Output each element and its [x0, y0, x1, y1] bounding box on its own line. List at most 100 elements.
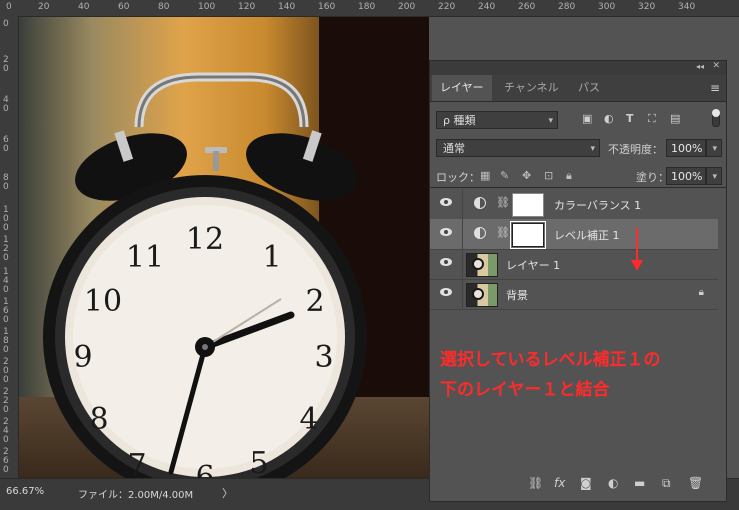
ruler-top-label: 200: [398, 2, 416, 12]
ruler-top-label: 320: [638, 2, 656, 12]
svg-text:2: 2: [305, 284, 324, 319]
layer-thumbnail[interactable]: [466, 253, 498, 277]
lock-all-icon[interactable]: 🔒︎: [566, 169, 572, 183]
link-chain-icon[interactable]: ⛓: [496, 226, 510, 239]
lock-position-icon[interactable]: ✥: [522, 169, 531, 182]
opacity-label: 不透明度：: [608, 143, 663, 156]
lock-transparent-icon[interactable]: ▦: [480, 169, 490, 182]
fill-dropdown[interactable]: ▾: [706, 167, 722, 185]
smart-object-filter-icon[interactable]: ▤: [670, 112, 680, 125]
adjustment-layer-icon: [474, 197, 486, 209]
document-size: ファイル：2.00M/4.00M: [78, 490, 194, 501]
layers-panel: ◂◂ ✕ レイヤー チャンネル パス ≡ ρ 種類 ▾ ▣ ◐ T ⛶ ▤ 通常…: [429, 60, 727, 502]
layer-mask-thumbnail[interactable]: [510, 221, 546, 249]
tab-paths[interactable]: パス: [570, 75, 608, 101]
filter-kind-select[interactable]: ρ 種類 ▾: [436, 111, 558, 129]
ruler-left-label: 260: [3, 447, 9, 475]
blend-mode-select[interactable]: 通常 ▾: [436, 139, 600, 157]
visibility-eye-icon[interactable]: [440, 258, 452, 266]
svg-text:5: 5: [249, 446, 268, 478]
ruler-top-label: 120: [238, 2, 256, 12]
panel-menu-icon[interactable]: ≡: [710, 81, 720, 95]
ruler-left-label: 200: [3, 357, 9, 385]
pixel-filter-icon[interactable]: ▣: [582, 112, 592, 125]
layer-name[interactable]: レイヤー 1: [506, 257, 560, 273]
document-canvas[interactable]: 12 1 2 3 4 5 6 7 8 9 10 11: [19, 17, 429, 478]
fx-icon[interactable]: fx: [554, 476, 565, 490]
annotation-line-2: 下のレイヤー１と結合: [440, 380, 610, 400]
layer-row-background[interactable]: 背景 🔒︎: [430, 279, 718, 310]
annotation-text: 選択しているレベル補正１の 下のレイヤー１と結合: [440, 345, 720, 405]
ruler-top-label: 140: [278, 2, 296, 12]
svg-text:4: 4: [299, 402, 318, 437]
ruler-top-label: 80: [158, 2, 170, 12]
shape-filter-icon[interactable]: ⛶: [648, 112, 656, 126]
ruler-left-label: 100: [3, 205, 9, 233]
ruler-left-label: 160: [3, 297, 9, 325]
ruler-top-label: 0: [6, 2, 12, 12]
ruler-left-label: 20: [3, 55, 9, 74]
layer-name[interactable]: カラーバランス 1: [554, 197, 641, 213]
svg-text:10: 10: [84, 284, 122, 319]
svg-text:3: 3: [314, 340, 333, 375]
row-separator: [462, 279, 463, 309]
panel-tabs: レイヤー チャンネル パス ≡: [430, 75, 726, 102]
layer-row-color-balance[interactable]: ⛓ カラーバランス 1: [430, 189, 718, 220]
link-layers-icon[interactable]: ⛓: [528, 476, 543, 490]
lock-label: ロック：: [436, 171, 480, 184]
collapse-panel-icon[interactable]: ◂◂: [696, 62, 704, 71]
ruler-top-label: 340: [678, 2, 696, 12]
layer-row-levels[interactable]: ⛓ レベル補正 1: [430, 219, 718, 250]
layer-thumbnail[interactable]: [466, 283, 498, 307]
new-layer-icon[interactable]: ⧉: [662, 476, 671, 491]
alarm-clock-photo: 12 1 2 3 4 5 6 7 8 9 10 11: [43, 72, 367, 478]
ruler-top-label: 300: [598, 2, 616, 12]
visibility-eye-icon[interactable]: [440, 198, 452, 206]
layer-lock-icon: 🔒︎: [698, 287, 704, 298]
link-chain-icon[interactable]: ⛓: [496, 196, 510, 209]
chevron-down-icon: ▾: [590, 144, 595, 154]
ruler-top-label: 220: [438, 2, 456, 12]
ruler-left-label: 60: [3, 135, 9, 154]
svg-text:1: 1: [262, 240, 281, 275]
type-filter-icon[interactable]: T: [626, 112, 634, 125]
ruler-top-label: 260: [518, 2, 536, 12]
fill-field[interactable]: 100%: [666, 167, 706, 185]
svg-text:9: 9: [73, 340, 92, 375]
layer-name[interactable]: レベル補正 1: [554, 227, 620, 243]
chevron-down-icon: ▾: [548, 116, 553, 126]
svg-text:6: 6: [195, 460, 214, 478]
filter-toggle[interactable]: [712, 109, 720, 127]
new-adjustment-icon[interactable]: ◐: [608, 476, 618, 490]
svg-text:12: 12: [186, 222, 224, 257]
ruler-left-label: 240: [3, 417, 9, 445]
lock-image-icon[interactable]: ✎: [500, 169, 509, 182]
svg-text:11: 11: [126, 240, 164, 275]
layer-mask-thumbnail[interactable]: [512, 193, 544, 217]
opacity-field[interactable]: 100%: [666, 139, 706, 157]
adjustment-filter-icon[interactable]: ◐: [604, 112, 614, 125]
ruler-left-label: 80: [3, 173, 9, 192]
ruler-top-label: 60: [118, 2, 130, 12]
annotation-line-1: 選択しているレベル補正１の: [440, 350, 661, 370]
ruler-top-label: 20: [38, 2, 50, 12]
tab-channels[interactable]: チャンネル: [496, 75, 567, 101]
trash-icon[interactable]: 🗑︎: [688, 476, 703, 490]
layer-row-layer1[interactable]: レイヤー 1: [430, 249, 718, 280]
visibility-eye-icon[interactable]: [440, 228, 452, 236]
layer-name[interactable]: 背景: [506, 287, 528, 303]
visibility-eye-icon[interactable]: [440, 288, 452, 296]
top-ruler: 0 20 40 60 80 100 120 140 160 180 200 22…: [0, 0, 739, 17]
tab-layers[interactable]: レイヤー: [432, 75, 492, 101]
new-group-icon[interactable]: ▬: [634, 476, 645, 490]
zoom-level[interactable]: 66.67%: [6, 486, 44, 497]
opacity-dropdown[interactable]: ▾: [706, 139, 722, 157]
ruler-top-label: 280: [558, 2, 576, 12]
chevron-down-icon: ▾: [712, 144, 717, 154]
ruler-top-label: 40: [78, 2, 90, 12]
add-mask-icon[interactable]: ◙: [580, 476, 592, 490]
lock-artboard-icon[interactable]: ⊡: [544, 169, 553, 182]
status-menu-arrow-icon[interactable]: 〉: [222, 485, 233, 501]
ruler-left-label: 120: [3, 235, 9, 263]
close-panel-icon[interactable]: ✕: [712, 61, 720, 71]
